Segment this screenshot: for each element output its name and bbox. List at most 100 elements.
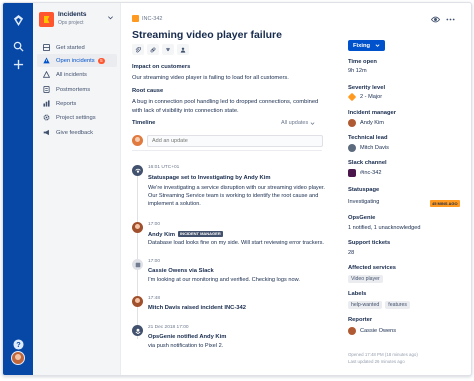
field-value-incident-manager[interactable]: Andy Kim bbox=[348, 119, 384, 127]
project-avatar bbox=[39, 12, 54, 27]
severity-text: 2 - Major bbox=[360, 94, 383, 100]
event-body: Database load looks fine on my side. Wil… bbox=[148, 240, 324, 246]
service-chip[interactable]: Video player bbox=[348, 275, 383, 283]
event-body: We're investigating a service disruption… bbox=[148, 185, 325, 207]
event-author: Andy Kim bbox=[148, 232, 176, 238]
sidebar-item-all-incidents[interactable]: All incidents bbox=[37, 68, 117, 81]
field-value-time-open: 9h 12m bbox=[348, 68, 367, 74]
field-value-statuspage[interactable]: Investigating bbox=[348, 199, 379, 205]
field-value-reporter[interactable]: Cassie Owens bbox=[348, 327, 396, 335]
current-user-avatar bbox=[132, 135, 143, 146]
sidebar-item-label: All incidents bbox=[56, 71, 87, 78]
label-chip[interactable]: help-wanted bbox=[348, 301, 383, 309]
event-body: I'm looking at our monitoring and verifi… bbox=[148, 277, 300, 283]
product-logo-icon[interactable] bbox=[9, 11, 27, 29]
svg-text:?: ? bbox=[16, 339, 21, 348]
field-value-support-tickets[interactable]: 28 bbox=[348, 250, 354, 256]
impact-text: Our streaming video player is failing to… bbox=[132, 75, 289, 81]
more-icon[interactable] bbox=[446, 15, 455, 24]
user-avatar[interactable] bbox=[11, 351, 25, 365]
event-body: via push notification to Pixel 2. bbox=[148, 343, 224, 349]
event-time: 17:00 bbox=[148, 259, 161, 264]
statuspage-icon bbox=[132, 165, 143, 176]
opsgenie-icon bbox=[132, 325, 143, 336]
sidebar-item-postmortems[interactable]: Postmortems bbox=[37, 83, 117, 96]
role-tag: INCIDENT MANAGER bbox=[178, 231, 223, 237]
sidebar-item-reports[interactable]: Reports bbox=[37, 97, 117, 110]
chart-icon bbox=[43, 100, 50, 107]
avatar bbox=[132, 296, 143, 307]
slack-icon bbox=[348, 169, 356, 177]
event-title: Statuspage set to Investigating by Andy … bbox=[148, 175, 271, 181]
app-window: ? Incidents Ops project Get started Open… bbox=[2, 2, 472, 376]
field-label-severity: Severity level bbox=[348, 85, 386, 91]
issue-key[interactable]: INC-342 bbox=[142, 16, 162, 22]
root-cause-text: A bug in connection pool handling led to… bbox=[132, 99, 319, 114]
create-icon[interactable] bbox=[9, 55, 27, 73]
field-label-support-tickets: Support tickets bbox=[348, 240, 391, 246]
field-value-slack-channel[interactable]: #inc-342 bbox=[348, 169, 381, 177]
sidebar-item-label: Get started bbox=[56, 44, 85, 51]
field-value-opsgenie[interactable]: 1 notified, 1 unacknowledged bbox=[348, 225, 420, 231]
stakeholders-button[interactable] bbox=[177, 44, 189, 55]
sidebar-item-open-incidents[interactable]: Open incidents 5 bbox=[37, 54, 117, 67]
conference-button[interactable] bbox=[162, 44, 174, 55]
event-title: Mitch Davis raised incident INC-342 bbox=[148, 305, 246, 311]
channel-name: #inc-342 bbox=[360, 170, 382, 176]
field-label-opsgenie: OpsGenie bbox=[348, 215, 376, 221]
event-time: 16:01 UTC+01 bbox=[148, 165, 180, 170]
sidebar-item-give-feedback[interactable]: Give feedback bbox=[37, 126, 117, 139]
timeline-event: 17:00 Cassie Owens via Slack I'm looking… bbox=[132, 259, 326, 289]
updated-time: Last updated 26 minutes ago bbox=[348, 359, 405, 364]
page-title[interactable]: Streaming video player failure bbox=[132, 29, 282, 41]
opened-time: Opened 17:48 PM (18 minutes ago) bbox=[348, 352, 418, 357]
link-button[interactable] bbox=[147, 44, 159, 55]
person-name: Mitch Davis bbox=[360, 145, 389, 151]
status-label: Fixing bbox=[353, 42, 371, 49]
field-value-technical-lead[interactable]: Mitch Davis bbox=[348, 144, 389, 152]
person-name: Cassie Owens bbox=[360, 328, 397, 334]
field-label-technical-lead: Technical lead bbox=[348, 135, 388, 141]
field-label-affected-services: Affected services bbox=[348, 265, 397, 271]
status-button[interactable]: Fixing bbox=[348, 40, 386, 51]
timeline-heading: Timeline bbox=[132, 120, 156, 126]
timeline-filter-label: All updates bbox=[281, 120, 309, 126]
event-time: 17:00 bbox=[148, 222, 161, 227]
alert-triangle-icon bbox=[43, 71, 50, 78]
gear-icon bbox=[43, 114, 50, 121]
timeline-filter[interactable]: All updates bbox=[281, 120, 315, 126]
project-type: Ops project bbox=[58, 20, 84, 26]
issue-actions bbox=[132, 44, 189, 55]
sidebar-item-project-settings[interactable]: Project settings bbox=[37, 111, 117, 124]
count-badge: 5 bbox=[97, 57, 106, 64]
field-value-affected-services: Video player bbox=[348, 275, 386, 283]
field-label-slack-channel: Slack channel bbox=[348, 160, 387, 166]
eye-icon[interactable] bbox=[431, 15, 440, 24]
chevron-down-icon[interactable] bbox=[107, 14, 114, 21]
add-update-input[interactable] bbox=[147, 135, 323, 147]
global-nav: ? bbox=[3, 3, 33, 375]
attach-button[interactable] bbox=[132, 44, 144, 55]
timeline-event: 17:00 Andy Kim INCIDENT MANAGER Database … bbox=[132, 222, 326, 252]
search-icon[interactable] bbox=[9, 37, 27, 55]
person-name: Andy Kim bbox=[360, 120, 384, 126]
field-label-reporter: Reporter bbox=[348, 317, 373, 323]
warning-icon bbox=[43, 57, 50, 64]
details-panel: Fixing Time open 9h 12m Severity level 2… bbox=[332, 3, 471, 375]
chevron-down-icon bbox=[310, 121, 315, 125]
people-icon bbox=[180, 47, 186, 53]
status-badge: 45 MINS AGO bbox=[430, 200, 460, 207]
field-value-labels: help-wanted features bbox=[348, 301, 413, 309]
link-icon bbox=[150, 47, 156, 52]
chevron-down-icon bbox=[375, 44, 380, 47]
sidebar-item-label: Reports bbox=[56, 100, 77, 107]
incident-type-icon bbox=[132, 15, 139, 22]
document-icon bbox=[43, 86, 50, 93]
sidebar-item-label: Open incidents bbox=[56, 57, 95, 64]
field-value-severity[interactable]: 2 - Major bbox=[347, 92, 383, 102]
label-chip[interactable]: features bbox=[385, 301, 411, 309]
project-header[interactable]: Incidents Ops project bbox=[39, 11, 117, 31]
breadcrumb[interactable]: INC-342 bbox=[132, 15, 162, 22]
event-title: Andy Kim INCIDENT MANAGER bbox=[148, 231, 223, 238]
sidebar-item-get-started[interactable]: Get started bbox=[37, 41, 117, 54]
